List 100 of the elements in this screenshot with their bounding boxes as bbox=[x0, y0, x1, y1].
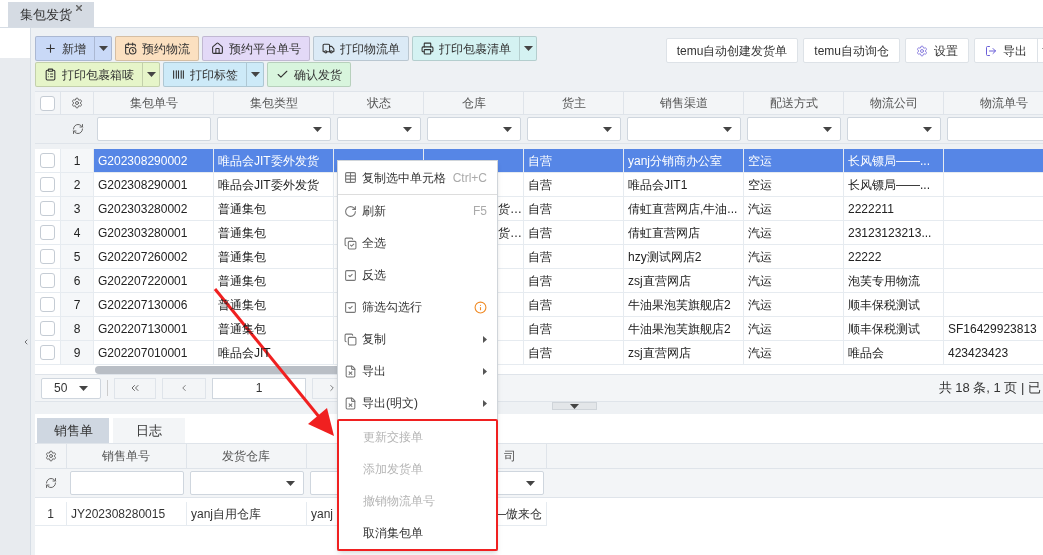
table-cell-text: 货… bbox=[498, 224, 522, 242]
prev-page-button[interactable] bbox=[162, 377, 206, 399]
filter-input[interactable] bbox=[947, 117, 1043, 141]
table-cell-text: hzy测试网店2 bbox=[628, 248, 702, 266]
checkbox[interactable] bbox=[40, 177, 55, 192]
row-number: 2 bbox=[61, 173, 94, 196]
toolbar-button[interactable]: 打印包裹箱唛 bbox=[35, 62, 160, 87]
table-cell-text: 汽运 bbox=[748, 200, 772, 218]
toolbar-button[interactable]: 新增 bbox=[35, 36, 112, 61]
table-cell-text: 普通集包 bbox=[218, 248, 266, 266]
refresh-icon bbox=[343, 204, 357, 218]
menu-item[interactable]: 取消集包单 bbox=[339, 517, 496, 549]
filter-select[interactable] bbox=[527, 117, 621, 141]
file-icon bbox=[343, 396, 357, 410]
collapse-icon[interactable] bbox=[22, 337, 30, 346]
filter-input[interactable] bbox=[70, 471, 184, 495]
page-tab[interactable]: 集包发货 bbox=[8, 2, 94, 27]
file-icon bbox=[343, 364, 357, 378]
column-header[interactable]: 集包单号 bbox=[94, 92, 214, 114]
table-cell-text: 汽运 bbox=[748, 344, 772, 362]
column-header[interactable]: 物流公司 bbox=[844, 92, 944, 114]
toolbar-button[interactable]: 预约物流 bbox=[115, 36, 199, 61]
page-input[interactable]: 1 bbox=[212, 377, 306, 399]
filter-select[interactable] bbox=[217, 117, 331, 141]
table-cell-text: SF16429923813 bbox=[948, 320, 1037, 338]
toolbar-button[interactable]: 导出 bbox=[974, 38, 1043, 63]
table-cell-text: 自营 bbox=[528, 320, 552, 338]
column-header[interactable]: 销售渠道 bbox=[624, 92, 744, 114]
column-header[interactable]: 仓库 bbox=[424, 92, 524, 114]
splitter-handle[interactable] bbox=[551, 402, 597, 410]
pager-summary: 共 18 条, 1 页 | 已 bbox=[938, 379, 1042, 398]
column-header[interactable]: 集包类型 bbox=[214, 92, 334, 114]
table-cell-text: 倩虹直营网店,牛油... bbox=[628, 200, 738, 218]
menu-item[interactable]: 复制选中单元格 Ctrl+C bbox=[338, 161, 497, 195]
dropdown-icon bbox=[523, 46, 533, 51]
caret-icon bbox=[286, 480, 295, 486]
settings-icon[interactable] bbox=[71, 97, 83, 109]
filter-select[interactable] bbox=[747, 117, 841, 141]
home-icon bbox=[211, 42, 224, 55]
table-cell-text: 货… bbox=[498, 200, 522, 218]
table-cell-text: yanj bbox=[311, 505, 333, 523]
row-number: 3 bbox=[61, 197, 94, 220]
toolbar-button[interactable]: temu自动询仓 bbox=[803, 38, 900, 63]
toolbar-button[interactable]: 打印标签 bbox=[163, 62, 264, 87]
toolbar-button[interactable]: 打印包裹清单 bbox=[412, 36, 537, 61]
first-page-button[interactable] bbox=[114, 377, 156, 399]
calendar-icon bbox=[124, 42, 137, 55]
detail-tab[interactable]: 销售单 bbox=[37, 418, 109, 443]
close-icon[interactable] bbox=[76, 5, 82, 11]
toolbar-button[interactable]: temu自动创建发货单 bbox=[665, 38, 799, 63]
toolbar-button[interactable]: 确认发货 bbox=[267, 62, 351, 87]
toolbar-button[interactable]: 设置 bbox=[905, 38, 969, 63]
checkbox[interactable] bbox=[40, 153, 55, 168]
table-cell-text: 牛油果泡芙旗舰店2 bbox=[628, 320, 731, 338]
column-header[interactable]: 司 bbox=[504, 447, 516, 465]
checkbox[interactable] bbox=[40, 201, 55, 216]
table-cell-text: 倩虹直营网店 bbox=[628, 224, 700, 242]
checkbox[interactable] bbox=[40, 345, 55, 360]
settings-icon[interactable] bbox=[44, 450, 57, 462]
table-row[interactable]: 1 G202308290002 唯品会JIT委外发货 自营 yanj分销商办公室 空运 长风镖局——... bbox=[35, 149, 1043, 173]
checkbox[interactable] bbox=[40, 95, 55, 111]
column-header[interactable]: 销售单号 bbox=[96, 447, 156, 465]
row-number: 1 bbox=[35, 502, 67, 525]
filter-select[interactable] bbox=[190, 471, 304, 495]
checkbox[interactable] bbox=[40, 273, 55, 288]
checkbox[interactable] bbox=[40, 249, 55, 264]
table-cell-text: 空运 bbox=[748, 152, 772, 170]
table-cell-text: 自营 bbox=[528, 248, 552, 266]
toolbar-button[interactable]: 打印物流单 bbox=[313, 36, 409, 61]
filter-select[interactable] bbox=[427, 117, 521, 141]
checkbox[interactable] bbox=[40, 321, 55, 336]
table-cell-text: 汽运 bbox=[748, 320, 772, 338]
refresh-icon[interactable] bbox=[71, 123, 84, 135]
column-header[interactable]: 货主 bbox=[524, 92, 624, 114]
table-cell-text: 顺丰保税测试 bbox=[848, 296, 920, 314]
column-header[interactable]: 物流单号 bbox=[944, 92, 1043, 114]
table-cell-text: 泡芙专用物流 bbox=[848, 272, 920, 290]
table-cell-text: 汽运 bbox=[748, 272, 772, 290]
plus-icon bbox=[44, 42, 57, 55]
column-header[interactable]: 状态 bbox=[334, 92, 424, 114]
page-size-select[interactable]: 50 bbox=[41, 377, 101, 399]
filter-select[interactable] bbox=[847, 117, 941, 141]
row-number: 8 bbox=[61, 317, 94, 340]
checkbox[interactable] bbox=[40, 297, 55, 312]
table-cell-text: 汽运 bbox=[748, 224, 772, 242]
refresh-icon[interactable] bbox=[45, 477, 57, 489]
table-cell-text: 自营 bbox=[528, 224, 552, 242]
menu-item[interactable]: 导出(明文) bbox=[338, 387, 497, 419]
checkbox[interactable] bbox=[40, 225, 55, 240]
column-header[interactable]: 配送方式 bbox=[744, 92, 844, 114]
detail-tab[interactable]: 日志 bbox=[113, 418, 185, 443]
checkbox-icon bbox=[343, 300, 357, 314]
table-cell-text: 汽运 bbox=[748, 296, 772, 314]
filter-select[interactable] bbox=[337, 117, 421, 141]
printer-icon bbox=[421, 42, 434, 55]
column-header[interactable]: 发货仓库 bbox=[216, 447, 276, 465]
toolbar-button[interactable]: 预约平台单号 bbox=[202, 36, 310, 61]
filter-select[interactable] bbox=[627, 117, 741, 141]
table-cell-text: 普通集包 bbox=[218, 200, 266, 218]
filter-input[interactable] bbox=[97, 117, 211, 141]
